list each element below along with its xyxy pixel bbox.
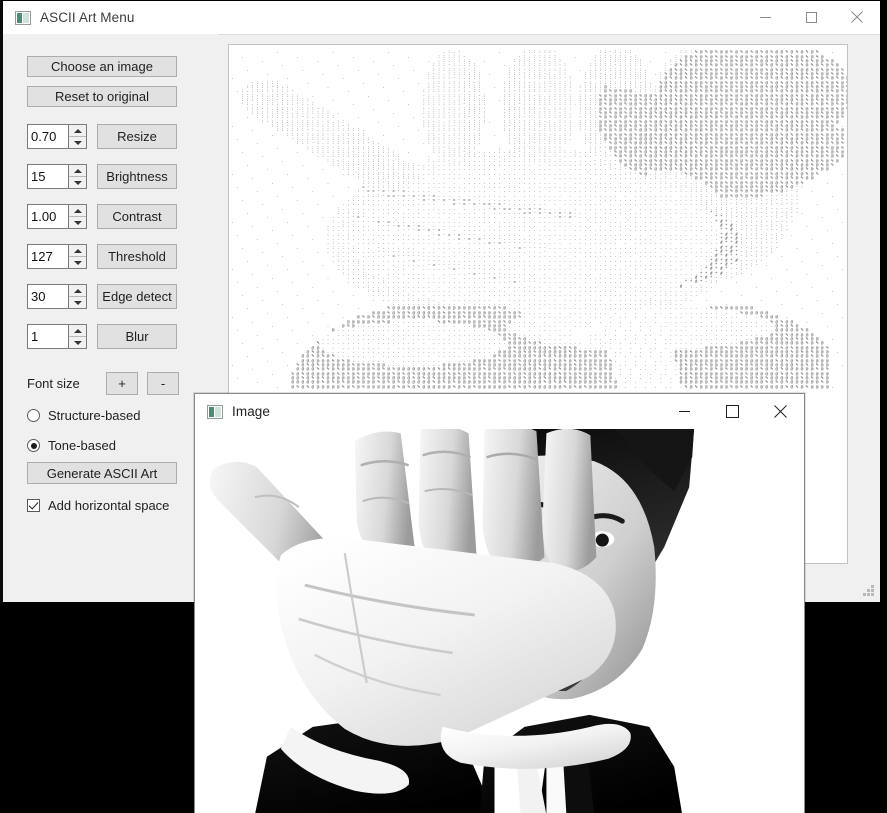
minimize-icon[interactable] xyxy=(660,394,708,428)
mode-radio-tone-based[interactable]: Tone-based xyxy=(27,438,116,453)
image-window-title: Image xyxy=(232,404,271,419)
control-panel: Choose an image Reset to original 0.70 R… xyxy=(3,34,218,602)
resize-button[interactable]: Resize xyxy=(97,124,177,149)
resize-spinner-arrows xyxy=(68,125,86,148)
font-size-increase-button[interactable]: + xyxy=(106,372,138,395)
blur-button[interactable]: Blur xyxy=(97,324,177,349)
spin-up-icon[interactable] xyxy=(69,125,86,137)
image-titlebar[interactable]: Image xyxy=(195,394,804,429)
spin-up-icon[interactable] xyxy=(69,285,86,297)
spin-down-icon[interactable] xyxy=(69,177,86,188)
blur-value[interactable]: 1 xyxy=(28,325,68,348)
edge-detect-value[interactable]: 30 xyxy=(28,285,68,308)
radio-icon[interactable] xyxy=(27,409,40,422)
contrast-spinner-arrows xyxy=(68,205,86,228)
photo-canvas xyxy=(195,429,804,813)
screen: ASCII Art Menu Choose an image Reset to … xyxy=(0,0,887,813)
generate-ascii-art-button[interactable]: Generate ASCII Art xyxy=(27,462,177,484)
resize-value[interactable]: 0.70 xyxy=(28,125,68,148)
close-icon[interactable] xyxy=(834,1,880,33)
edge-detect-button[interactable]: Edge detect xyxy=(97,284,177,309)
threshold-spinner[interactable]: 127 xyxy=(27,244,87,269)
spin-down-icon[interactable] xyxy=(69,217,86,228)
edge-detect-spinner-arrows xyxy=(68,285,86,308)
contrast-spinner[interactable]: 1.00 xyxy=(27,204,87,229)
spin-down-icon[interactable] xyxy=(69,137,86,148)
mode-radio-structure-based[interactable]: Structure-based xyxy=(27,408,141,423)
edge-detect-spinner[interactable]: 30 xyxy=(27,284,87,309)
threshold-button[interactable]: Threshold xyxy=(97,244,177,269)
image-window-controls xyxy=(660,394,804,428)
font-size-decrease-button[interactable]: - xyxy=(147,372,179,395)
brightness-button[interactable]: Brightness xyxy=(97,164,177,189)
brightness-spinner[interactable]: 15 xyxy=(27,164,87,189)
image-app-icon xyxy=(15,10,31,25)
spin-up-icon[interactable] xyxy=(69,205,86,217)
image-preview-window: Image xyxy=(194,393,805,813)
mode-radio-tone-based-label: Tone-based xyxy=(48,438,116,453)
window-resize-grip[interactable] xyxy=(862,584,875,597)
resize-spinner[interactable]: 0.70 xyxy=(27,124,87,149)
add-horizontal-space-checkbox[interactable]: Add horizontal space xyxy=(27,498,169,513)
reset-to-original-button[interactable]: Reset to original xyxy=(27,86,177,107)
main-titlebar[interactable]: ASCII Art Menu xyxy=(3,1,880,35)
spin-down-icon[interactable] xyxy=(69,337,86,348)
blur-spinner[interactable]: 1 xyxy=(27,324,87,349)
blur-spinner-arrows xyxy=(68,325,86,348)
main-window-controls xyxy=(742,1,880,33)
spin-down-icon[interactable] xyxy=(69,297,86,308)
spin-down-icon[interactable] xyxy=(69,257,86,268)
maximize-icon[interactable] xyxy=(708,394,756,428)
brightness-spinner-arrows xyxy=(68,165,86,188)
brightness-value[interactable]: 15 xyxy=(28,165,68,188)
threshold-value[interactable]: 127 xyxy=(28,245,68,268)
ascii-art-text: . . . . : . : . : : : : : : - : : - : . … xyxy=(231,49,847,389)
contrast-button[interactable]: Contrast xyxy=(97,204,177,229)
mode-radio-structure-based-label: Structure-based xyxy=(48,408,141,423)
threshold-spinner-arrows xyxy=(68,245,86,268)
checkbox-icon-checked[interactable] xyxy=(27,499,40,512)
maximize-icon[interactable] xyxy=(788,1,834,33)
choose-image-button[interactable]: Choose an image xyxy=(27,56,177,77)
contrast-value[interactable]: 1.00 xyxy=(28,205,68,228)
main-window-title: ASCII Art Menu xyxy=(40,10,135,25)
spin-up-icon[interactable] xyxy=(69,165,86,177)
minimize-icon[interactable] xyxy=(742,1,788,33)
close-icon[interactable] xyxy=(756,394,804,428)
portrait-photo xyxy=(195,429,804,813)
spin-up-icon[interactable] xyxy=(69,245,86,257)
font-size-label: Font size xyxy=(27,376,80,391)
add-horizontal-space-label: Add horizontal space xyxy=(48,498,170,513)
spin-up-icon[interactable] xyxy=(69,325,86,337)
image-app-icon xyxy=(207,404,223,419)
radio-icon-selected[interactable] xyxy=(27,439,40,452)
